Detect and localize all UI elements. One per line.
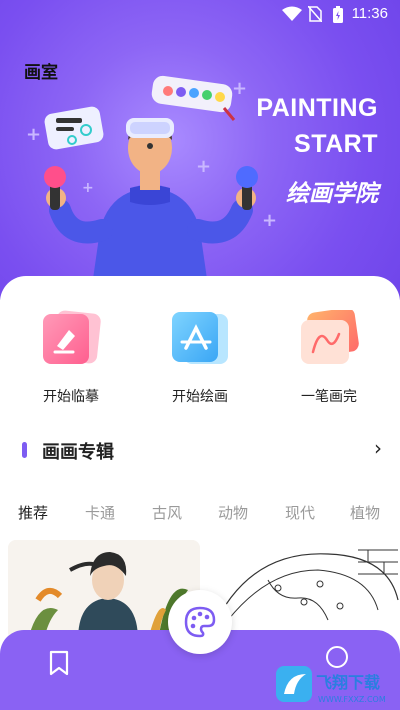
tool-copy-drawing-label: 开始临摹 bbox=[43, 389, 99, 405]
tab-modern[interactable]: 现代 bbox=[285, 502, 315, 523]
tool-one-stroke[interactable]: 一笔画完 bbox=[274, 307, 384, 406]
tab-cartoon[interactable]: 卡通 bbox=[85, 502, 115, 523]
category-tabs: 推荐 卡通 古风 动物 现代 植物 bbox=[0, 502, 400, 528]
hero-banner: 11:36 画室 + + + + + PAINTING START 绘画学院 bbox=[0, 0, 400, 300]
one-stroke-icon bbox=[297, 307, 361, 366]
hero-english-line1: PAINTING bbox=[256, 94, 378, 122]
svg-text:WWW.FXXZ.COM: WWW.FXXZ.COM bbox=[318, 695, 386, 704]
tab-animal[interactable]: 动物 bbox=[218, 502, 248, 523]
artwork-card[interactable] bbox=[208, 540, 400, 640]
tab-ancient[interactable]: 古风 bbox=[152, 502, 182, 523]
app-draw-icon bbox=[168, 310, 232, 366]
page-title: 画室 bbox=[24, 63, 58, 83]
status-bar: 11:36 bbox=[0, 0, 400, 28]
hero-english-line2: START bbox=[294, 130, 378, 158]
chevron-right-icon[interactable]: › bbox=[374, 436, 382, 460]
status-time: 11:36 bbox=[351, 5, 388, 22]
tool-one-stroke-label: 一笔画完 bbox=[301, 389, 357, 405]
hero-chinese-title: 绘画学院 bbox=[286, 181, 378, 207]
wifi-icon bbox=[282, 6, 302, 21]
tool-start-drawing-label: 开始绘画 bbox=[172, 389, 228, 405]
site-watermark-logo: 飞翔下载 WWW.FXXZ.COM bbox=[276, 664, 396, 708]
tab-plant[interactable]: 植物 bbox=[350, 502, 380, 523]
tool-start-drawing[interactable]: 开始绘画 bbox=[145, 310, 255, 406]
vr-artist-illustration bbox=[44, 118, 258, 300]
palette-nav-button[interactable] bbox=[168, 590, 232, 654]
palette-icon bbox=[184, 606, 216, 638]
tab-recommend[interactable]: 推荐 bbox=[18, 502, 48, 523]
section-accent-bar bbox=[22, 442, 27, 458]
app-screen: 11:36 画室 + + + + + PAINTING START 绘画学院 开… bbox=[0, 0, 400, 710]
section-title: 画画专辑 bbox=[42, 442, 114, 463]
bookmark-icon[interactable] bbox=[48, 650, 70, 676]
copy-draw-icon bbox=[39, 310, 103, 366]
line-art-artwork bbox=[208, 540, 400, 640]
album-section-header[interactable]: 画画专辑 › bbox=[22, 436, 382, 463]
sim-off-icon bbox=[308, 6, 322, 22]
battery-icon bbox=[333, 6, 343, 23]
svg-text:飞翔下载: 飞翔下载 bbox=[316, 673, 380, 692]
tool-copy-drawing[interactable]: 开始临摹 bbox=[16, 310, 126, 406]
tool-row: 开始临摹 开始绘画 一笔画完 bbox=[0, 307, 400, 410]
